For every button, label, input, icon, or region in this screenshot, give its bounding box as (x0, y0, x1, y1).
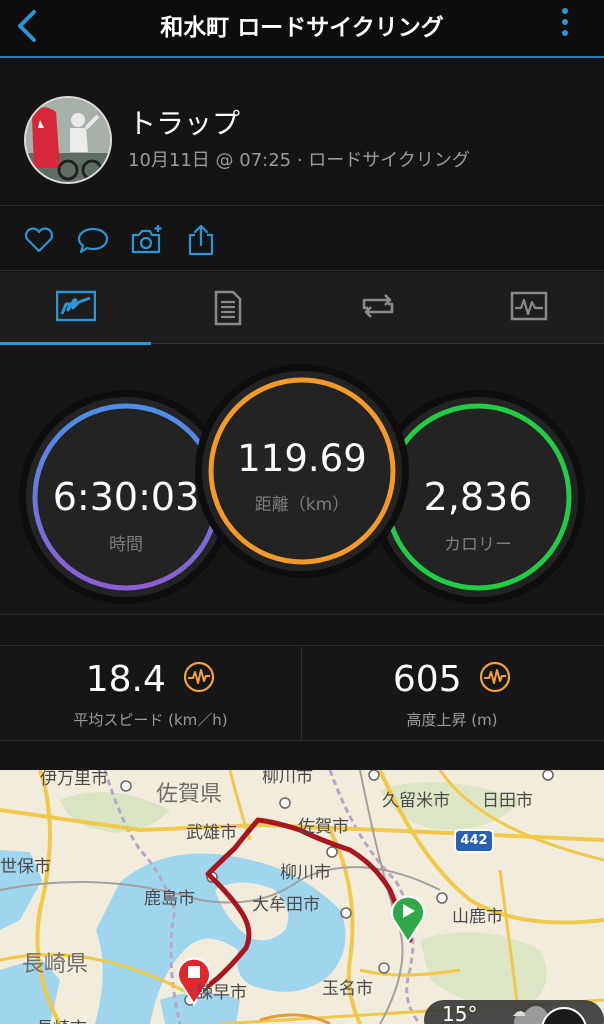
route-map[interactable]: 伊万里市 佐賀県 柳川市 久留米市 日田市 佐賀市 武雄市 世保市 柳川市 鹿島… (0, 770, 604, 1024)
map-label: 佐賀県 (156, 782, 223, 807)
distance-ring[interactable]: 119.69 距離（km） (202, 371, 402, 571)
map-label: 武雄市 (186, 823, 237, 843)
kebab-dot (562, 30, 568, 36)
map-label: 大牟田市 (252, 895, 320, 915)
chart-icon (510, 291, 548, 321)
distance-value: 119.69 (237, 437, 367, 480)
map-label: 柳川市 (280, 863, 331, 883)
time-label: 時間 (109, 535, 143, 555)
map-label: 山鹿市 (452, 907, 503, 927)
stats-row: 18.4 平均スピード (km／h) 605 高度上昇 (m) (0, 647, 604, 741)
section-divider (0, 742, 604, 770)
elevation-value: 605 (392, 659, 462, 700)
summary-circles: 6:30:03 時間 2,836 カロリー 119.69 距離（km） (0, 345, 604, 615)
map-label: 玉名市 (322, 979, 373, 999)
comment-button[interactable] (76, 223, 110, 257)
map-label: 世保市 (0, 857, 51, 877)
section-divider (0, 616, 604, 646)
heart-icon (24, 227, 54, 253)
start-marker-icon[interactable] (388, 894, 428, 944)
page-title: 和水町 ロードサイクリング (160, 15, 444, 41)
overview-icon (56, 290, 96, 322)
avg-speed-value-row: 18.4 (0, 659, 301, 700)
cloud-icon: ☁ (512, 1004, 526, 1020)
map-label: 長崎市 (36, 1014, 87, 1024)
tab-charts[interactable] (453, 272, 604, 344)
document-icon (214, 290, 242, 326)
calories-label: カロリー (444, 535, 512, 555)
calories-value: 2,836 (423, 475, 533, 519)
elevation-stat[interactable]: 605 高度上昇 (m) (301, 647, 602, 741)
kebab-dot (562, 19, 568, 25)
like-button[interactable] (22, 223, 56, 257)
laps-icon (362, 294, 394, 318)
action-bar (0, 207, 604, 271)
temperature: 15° (442, 1002, 478, 1024)
map-label: 伊万里市 (40, 770, 108, 789)
map-label: 諫早市 (196, 983, 247, 1003)
tab-overview[interactable] (0, 272, 151, 345)
map-label: 佐賀市 (298, 817, 349, 837)
more-options-button[interactable] (560, 8, 570, 42)
avg-speed-value: 18.4 (85, 659, 166, 700)
avatar-photo (26, 98, 110, 182)
user-name[interactable]: トラップ (128, 102, 240, 142)
avg-speed-stat[interactable]: 18.4 平均スピード (km／h) (0, 647, 301, 741)
map-label: 日田市 (482, 791, 533, 811)
add-photo-icon (131, 225, 162, 254)
tab-laps[interactable] (302, 272, 453, 344)
activity-date-type: 10月11日 @ 07:25 · ロードサイクリング (128, 150, 470, 171)
time-value: 6:30:03 (52, 475, 200, 519)
add-photo-button[interactable] (130, 223, 164, 257)
map-label: 鹿島市 (144, 889, 195, 909)
route-shield: 442 (454, 829, 494, 853)
kebab-dot (562, 8, 568, 14)
elevation-label: 高度上昇 (m) (406, 711, 498, 729)
activity-tabs (0, 272, 604, 345)
pulse-gauge-icon (479, 661, 511, 693)
map-label: 柳川市 (262, 770, 313, 787)
calories-ring[interactable]: 2,836 カロリー (378, 397, 578, 597)
activity-header: トラップ 10月11日 @ 07:25 · ロードサイクリング (0, 60, 604, 206)
avg-speed-label: 平均スピード (km／h) (73, 711, 228, 729)
avatar[interactable] (24, 96, 112, 184)
map-label: 長崎県 (22, 952, 89, 977)
weather-widget[interactable]: 15° ☁ (424, 1000, 604, 1024)
comment-icon (77, 227, 109, 254)
distance-label: 距離（km） (254, 495, 350, 515)
tab-details[interactable] (151, 272, 302, 344)
nav-bar: 和水町 ロードサイクリング (0, 0, 604, 58)
time-ring[interactable]: 6:30:03 時間 (26, 397, 226, 597)
elevation-value-row: 605 (302, 659, 602, 700)
map-label: 久留米市 (382, 791, 450, 811)
share-icon (188, 224, 214, 256)
pulse-gauge-icon (184, 661, 215, 693)
share-button[interactable] (184, 223, 218, 257)
